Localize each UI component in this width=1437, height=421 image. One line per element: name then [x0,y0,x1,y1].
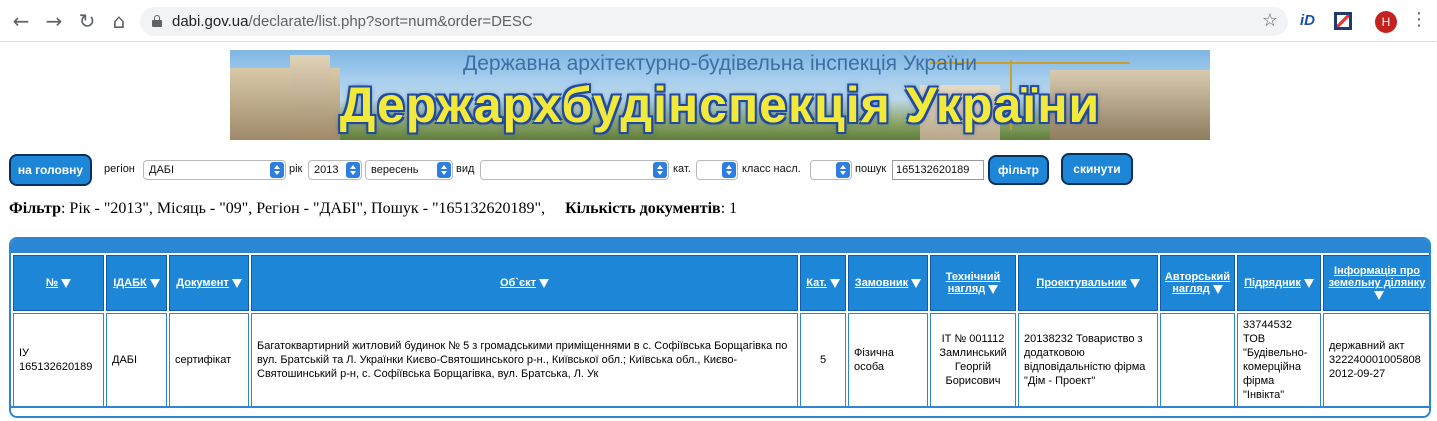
month-select[interactable]: вересень [365,160,453,180]
column-header-designer[interactable]: Проектувальник [1018,255,1158,311]
sort-desc-icon[interactable] [911,278,922,288]
extension-id-icon[interactable]: iD [1300,12,1315,29]
chevron-updown-icon [437,162,451,178]
sort-desc-icon[interactable] [829,278,840,288]
sort-desc-icon[interactable] [538,278,549,288]
search-label: пошук [855,163,887,175]
sort-desc-icon[interactable] [1303,278,1314,288]
category-label: кат. [673,163,691,175]
class-label: класс насл. [742,163,801,175]
address-bar[interactable]: dabi.gov.ua/declarate/list.php?sort=num&… [140,7,1288,36]
extension-flag-icon[interactable] [1334,12,1352,30]
column-header-idabk[interactable]: ІДАБК [106,255,167,311]
column-header-object[interactable]: Об`єкт [251,255,798,311]
cell-land-info: державний акт 322240001005808 2012-09-27 [1323,313,1429,407]
sort-desc-icon[interactable] [1373,290,1384,300]
column-header-author-supervision[interactable]: Авторський нагляд [1160,255,1235,311]
column-header-category[interactable]: Кат. [800,255,846,311]
column-header-customer[interactable]: Замовник [848,255,928,311]
region-label: регіон [104,163,135,175]
chevron-updown-icon [836,162,850,178]
column-header-contractor[interactable]: Підрядник [1237,255,1321,311]
sort-desc-icon[interactable] [1212,284,1223,294]
cell-customer: Фізична особа [848,313,928,407]
column-header-document[interactable]: Документ [169,255,249,311]
sort-desc-icon[interactable] [61,278,72,288]
lock-icon[interactable] [152,15,162,27]
url-text[interactable]: dabi.gov.ua/declarate/list.php?sort=num&… [172,13,533,30]
filter-summary: Фільтр: Рік - "2013", Місяць - "09", Рег… [9,200,738,217]
chevron-updown-icon [722,162,736,178]
filter-button[interactable]: фільтр [988,155,1049,185]
profile-avatar[interactable]: H [1375,11,1397,33]
cell-author-supervision [1160,313,1235,407]
column-header-tech-supervision[interactable]: Технічний нагляд [930,255,1016,311]
sort-desc-icon[interactable] [1129,278,1140,288]
banner-subtitle: Державна архітектурно-будівельна інспекц… [463,52,977,75]
cell-tech-supervision: ІТ № 001112 Замлинський Георгій Борисови… [930,313,1016,407]
documents-table: № ІДАБК Документ Об`єкт Кат. Замовник Те… [11,253,1429,409]
year-label: рік [289,163,303,175]
column-header-land-info[interactable]: Інформація про земельну ділянку [1323,255,1429,311]
reset-button[interactable]: скинути [1061,153,1133,185]
sort-desc-icon[interactable] [149,278,160,288]
browser-menu-icon[interactable]: ⋮ [1410,9,1428,30]
category-select[interactable] [696,160,738,180]
region-select[interactable]: ДАБІ [143,160,286,180]
cell-number: ІУ 165132620189 [13,313,104,407]
bookmark-star-icon[interactable]: ☆ [1262,10,1278,31]
back-icon[interactable]: ← [10,10,32,32]
type-label: вид [456,163,475,175]
chevron-updown-icon [653,162,667,178]
document-count: : 1 [720,200,738,217]
reload-icon[interactable]: ↻ [76,10,98,32]
chevron-updown-icon [346,162,360,178]
column-header-number[interactable]: № [13,255,104,311]
home-button[interactable]: на головну [9,154,92,186]
class-select[interactable] [810,160,852,180]
site-banner: Державна архітектурно-будівельна інспекц… [230,50,1210,140]
cell-object: Багатоквартирний житловий будинок № 5 з … [251,313,798,407]
year-select[interactable]: 2013 [308,160,362,180]
search-input[interactable]: 165132620189 [892,160,984,180]
chevron-updown-icon [270,162,284,178]
banner-title: Держархбудінспекція України [339,77,1101,133]
table-row: ІУ 165132620189 ДАБІ сертифікат Багатокв… [13,313,1429,407]
cell-document: сертифікат [169,313,249,407]
home-icon[interactable]: ⌂ [108,10,130,32]
cell-contractor: 33744532 ТОВ "Будівельно-комерційна фірм… [1237,313,1321,407]
cell-category: 5 [800,313,846,407]
forward-icon[interactable]: → [43,10,65,32]
documents-table-panel: № ІДАБК Документ Об`єкт Кат. Замовник Те… [9,237,1431,418]
sort-desc-icon[interactable] [988,284,999,294]
cell-designer: 20138232 Товариство з додатковою відпові… [1018,313,1158,407]
cell-idabk: ДАБІ [106,313,167,407]
sort-desc-icon[interactable] [231,278,242,288]
browser-toolbar: ← → ↻ ⌂ dabi.gov.ua/declarate/list.php?s… [0,0,1437,42]
type-select[interactable] [480,160,669,180]
